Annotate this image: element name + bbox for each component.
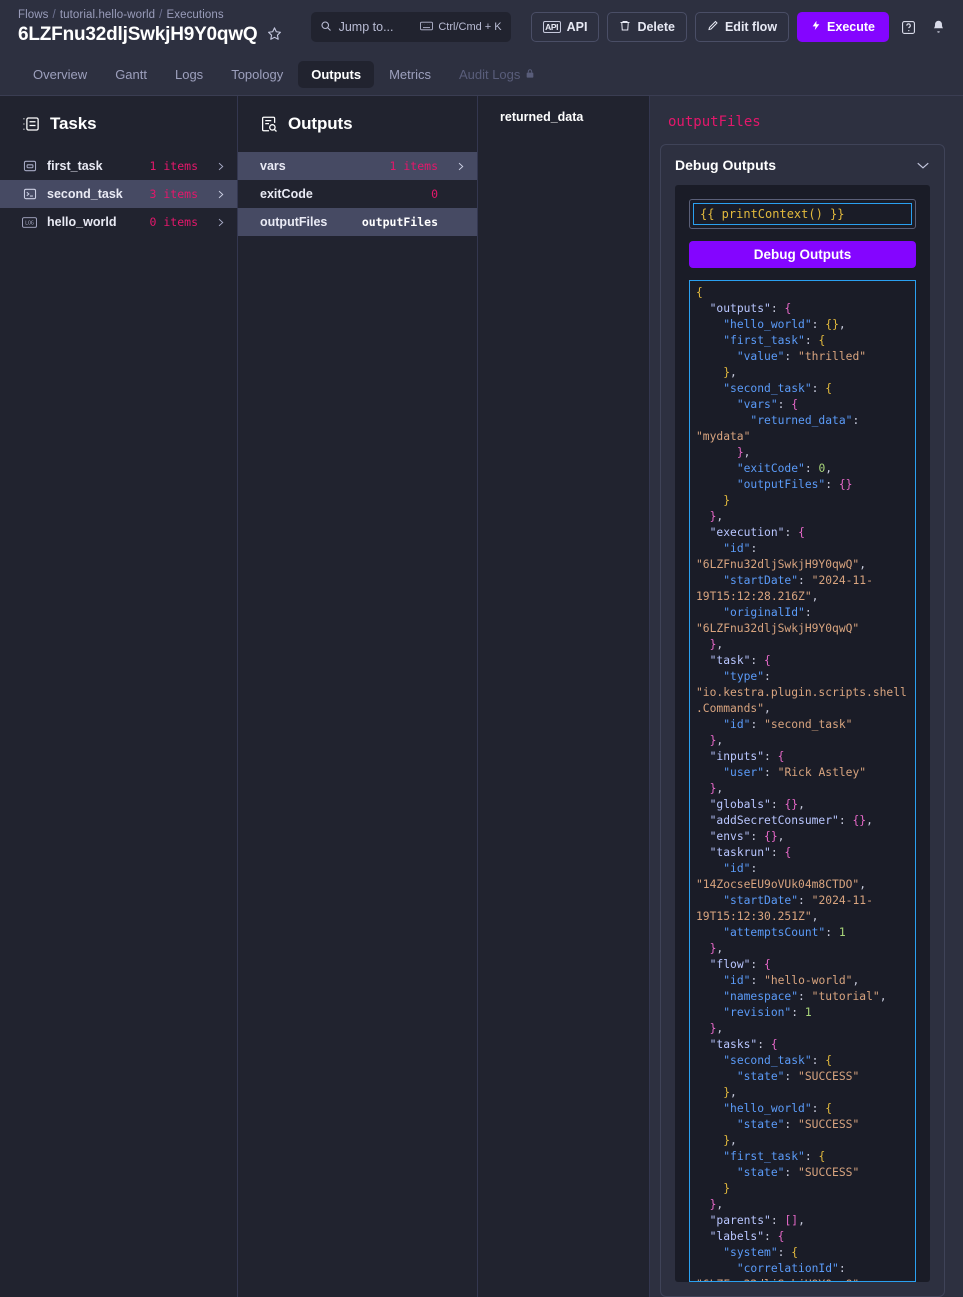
tasks-panel-header: Tasks xyxy=(0,96,237,152)
task-label: hello_world xyxy=(47,215,116,229)
output-value: 0 xyxy=(431,187,438,201)
outputs-panel-header: Outputs xyxy=(238,96,477,152)
output-row-exitCode[interactable]: exitCode 0 xyxy=(238,180,477,208)
execution-outputs-page: Flows/tutorial.hello-world/Executions 6L… xyxy=(0,0,963,1297)
task-row-hello_world[interactable]: LOG hello_world 0 items xyxy=(0,208,237,236)
delete-button-label: Delete xyxy=(637,20,675,34)
tab-bar: Overview Gantt Logs Topology Outputs Met… xyxy=(0,54,963,96)
title-row: 6LZFnu32dljSwkjH9Y0qwQ xyxy=(18,23,282,47)
body: Tasks first_task 1 items second_task 3 i… xyxy=(0,96,963,1297)
outputs-panel: Outputs vars 1 items exitCode 0 outputFi… xyxy=(238,96,478,1297)
lightning-icon xyxy=(811,19,821,35)
api-icon: API xyxy=(543,21,561,33)
breadcrumb-separator: / xyxy=(155,9,166,21)
top-bar: Flows/tutorial.hello-world/Executions 6L… xyxy=(0,0,963,54)
tab-audit-logs-label: Audit Logs xyxy=(459,67,520,82)
output-items-count: 1 items xyxy=(390,159,438,173)
outputs-icon xyxy=(260,115,278,133)
detail-item-returned_data[interactable]: returned_data xyxy=(478,96,649,124)
debug-card-title: Debug Outputs xyxy=(675,157,776,173)
output-row-vars[interactable]: vars 1 items xyxy=(238,152,477,180)
log-icon: LOG xyxy=(22,215,37,230)
bell-icon[interactable] xyxy=(927,16,949,38)
delete-button[interactable]: Delete xyxy=(607,12,687,42)
execute-button[interactable]: Execute xyxy=(797,12,889,42)
expression-editor-wrapper: {{ printContext() }} xyxy=(689,199,916,229)
json-output: { "outputs": { "hello_world": {}, "first… xyxy=(696,285,913,1282)
tab-logs[interactable]: Logs xyxy=(162,61,216,88)
output-detail-panel: returned_data xyxy=(478,96,650,1297)
debug-card-body: {{ printContext() }} Debug Outputs { "ou… xyxy=(675,185,930,1282)
star-icon[interactable] xyxy=(267,26,282,44)
expression-input[interactable]: {{ printContext() }} xyxy=(693,203,912,225)
title-block: Flows/tutorial.hello-world/Executions 6L… xyxy=(18,8,282,47)
terminal-icon xyxy=(22,159,37,174)
breadcrumb: Flows/tutorial.hello-world/Executions xyxy=(18,8,282,22)
api-button[interactable]: API API xyxy=(531,12,600,42)
tab-metrics[interactable]: Metrics xyxy=(376,61,444,88)
debug-card-header[interactable]: Debug Outputs xyxy=(661,145,944,185)
context-key-label: outputFiles xyxy=(660,114,945,130)
task-row-first_task[interactable]: first_task 1 items xyxy=(0,152,237,180)
debug-outputs-panel: outputFiles Debug Outputs {{ printContex… xyxy=(650,96,963,1297)
output-row-outputFiles[interactable]: outputFiles outputFiles xyxy=(238,208,477,236)
search-input[interactable]: Jump to... Ctrl/Cmd + K xyxy=(311,12,511,42)
top-bar-actions: Jump to... Ctrl/Cmd + K API API Delete xyxy=(311,12,949,42)
execute-button-label: Execute xyxy=(827,20,875,34)
breadcrumb-separator: / xyxy=(49,9,60,21)
debug-outputs-button[interactable]: Debug Outputs xyxy=(689,241,916,268)
lock-icon xyxy=(525,67,535,82)
edit-flow-button[interactable]: Edit flow xyxy=(695,12,789,42)
tab-audit-logs: Audit Logs xyxy=(446,61,548,88)
breadcrumb-item-flows[interactable]: Flows xyxy=(18,9,49,21)
script-icon xyxy=(22,187,37,202)
chevron-right-icon[interactable] xyxy=(216,217,225,228)
search-shortcut: Ctrl/Cmd + K xyxy=(420,21,501,34)
svg-text:LOG: LOG xyxy=(25,220,34,226)
task-items-count: 3 items xyxy=(150,187,198,201)
search-shortcut-label: Ctrl/Cmd + K xyxy=(438,21,501,33)
output-label: exitCode xyxy=(260,187,313,201)
outputs-panel-title: Outputs xyxy=(288,114,352,134)
breadcrumb-item-executions[interactable]: Executions xyxy=(166,9,223,21)
tasks-icon xyxy=(22,115,40,133)
breadcrumb-item-namespace[interactable]: tutorial.hello-world xyxy=(60,9,155,21)
output-label: vars xyxy=(260,159,286,173)
debug-card: Debug Outputs {{ printContext() }} Debug… xyxy=(660,144,945,1297)
tasks-panel: Tasks first_task 1 items second_task 3 i… xyxy=(0,96,238,1297)
task-items-count: 1 items xyxy=(150,159,198,173)
search-placeholder: Jump to... xyxy=(339,20,394,34)
output-value: outputFiles xyxy=(362,215,438,229)
search-icon xyxy=(320,20,332,35)
debug-wrap: outputFiles Debug Outputs {{ printContex… xyxy=(650,96,963,1297)
tasks-panel-title: Tasks xyxy=(50,114,96,134)
help-icon[interactable] xyxy=(897,16,919,38)
output-label: outputFiles xyxy=(260,215,327,229)
tab-outputs[interactable]: Outputs xyxy=(298,61,374,88)
task-items-count: 0 items xyxy=(150,215,198,229)
task-label: second_task xyxy=(47,187,123,201)
keyboard-icon xyxy=(420,21,433,34)
chevron-down-icon[interactable] xyxy=(916,161,930,170)
tab-gantt[interactable]: Gantt xyxy=(102,61,160,88)
api-button-label: API xyxy=(567,20,588,34)
pencil-icon xyxy=(707,19,719,35)
page-title: 6LZFnu32dljSwkjH9Y0qwQ xyxy=(18,23,257,47)
trash-icon xyxy=(619,19,631,35)
tab-overview[interactable]: Overview xyxy=(20,61,100,88)
edit-flow-button-label: Edit flow xyxy=(725,20,777,34)
chevron-right-icon[interactable] xyxy=(456,161,465,172)
tab-topology[interactable]: Topology xyxy=(218,61,296,88)
task-label: first_task xyxy=(47,159,103,173)
json-output-box[interactable]: { "outputs": { "hello_world": {}, "first… xyxy=(689,280,916,1282)
task-row-second_task[interactable]: second_task 3 items xyxy=(0,180,237,208)
chevron-right-icon[interactable] xyxy=(216,161,225,172)
chevron-right-icon[interactable] xyxy=(216,189,225,200)
